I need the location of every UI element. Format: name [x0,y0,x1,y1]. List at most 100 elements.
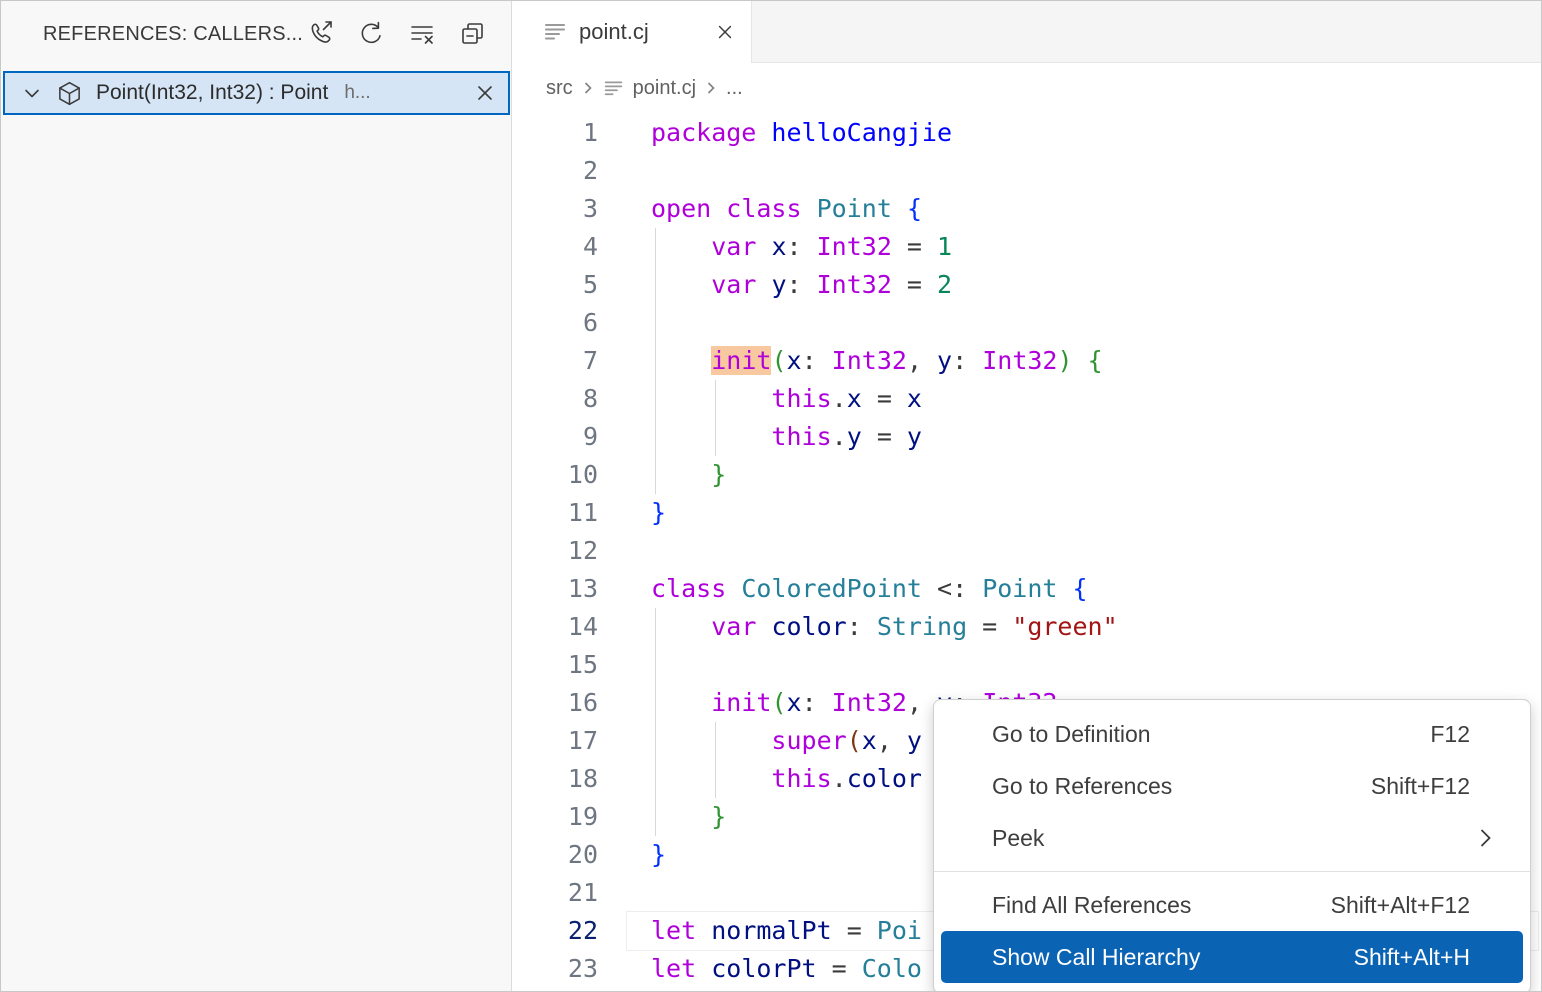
menu-item-shortcut: Shift+Alt+F12 [1330,891,1470,918]
code-line-7[interactable]: 7 init(x: Int32, y: Int32) { [513,342,1541,380]
menu-item-label: Peek [992,824,1045,851]
line-number: 21 [567,878,598,907]
chevron-right-icon [582,79,594,97]
sidebar-title: REFERENCES: CALLERS... [43,22,304,45]
menu-item-label: Go to References [992,772,1173,799]
code-text: this.x = x [771,384,922,413]
code-line-9[interactable]: 9 this.y = y [513,418,1541,456]
line-number: 2 [582,156,598,185]
code-line-10[interactable]: 10 } [513,456,1541,494]
menu-item-shortcut: Shift+Alt+H [1353,943,1470,970]
breadcrumb-src[interactable]: src [546,77,573,100]
menu-item-shortcut: F12 [1430,720,1470,747]
sidebar-header: REFERENCES: CALLERS... [1,1,511,67]
code-line-13[interactable]: 13 class ColoredPoint <: Point { [513,570,1541,608]
show-outgoing-calls-icon[interactable] [303,17,337,51]
submenu-chevron-icon [1479,827,1492,849]
chevron-down-icon[interactable] [21,82,43,104]
code-text: } [651,498,667,527]
breadcrumb-file[interactable]: point.cj [633,77,696,100]
line-number: 4 [582,232,598,261]
line-number: 1 [582,118,598,147]
collapse-all-icon[interactable] [456,17,490,51]
code-line-1[interactable]: 1 package helloCangjie [513,114,1541,152]
code-line-3[interactable]: 3 open class Point { [513,190,1541,228]
breadcrumb-symbol[interactable]: ... [726,77,743,100]
line-number: 14 [567,612,598,641]
line-number: 11 [567,498,598,527]
menu-item-label: Show Call Hierarchy [992,943,1201,970]
code-text: this.y = y [771,422,922,451]
code-text: class ColoredPoint <: Point { [651,574,1088,603]
code-text: var y: Int32 = 2 [711,270,953,299]
line-number: 6 [582,308,598,337]
tab-close-icon[interactable] [715,22,735,42]
tab-point-cj[interactable]: point.cj [513,1,752,63]
code-line-2[interactable]: 2 [513,152,1541,190]
code-line-5[interactable]: 5 var y: Int32 = 2 [513,266,1541,304]
line-number: 17 [567,726,598,755]
call-hierarchy-tree-item[interactable]: Point(Int32, Int32) : Point h... [3,71,510,115]
code-line-14[interactable]: 14 var color: String = "green" [513,608,1541,646]
menu-item-go-to-definition[interactable]: Go to Definition F12 [934,708,1530,760]
code-text: } [711,802,727,831]
code-text: var color: String = "green" [711,612,1118,641]
code-line-6[interactable]: 6 [513,304,1541,342]
menu-item-label: Go to Definition [992,720,1151,747]
editor-context-menu: Go to Definition F12 Go to References Shift… [933,699,1531,991]
vscode-window: REFERENCES: CALLERS... Point(Int32, Int3… [0,0,1542,992]
clear-results-icon[interactable] [405,17,439,51]
code-text: } [651,840,667,869]
menu-separator [934,871,1530,872]
line-number: 13 [567,574,598,603]
symbol-class-icon [56,80,83,107]
line-number: 15 [567,650,598,679]
line-number: 9 [582,422,598,451]
menu-item-label: Find All References [992,891,1192,918]
line-number: 23 [567,954,598,983]
word-highlight: init [711,346,772,375]
tree-item-description: h... [344,82,371,103]
code-line-4[interactable]: 4 var x: Int32 = 1 [513,228,1541,266]
code-line-8[interactable]: 8 this.x = x [513,380,1541,418]
line-number: 12 [567,536,598,565]
code-text: let colorPt = Colo [651,954,922,983]
close-icon[interactable] [474,82,496,104]
file-icon [603,78,624,99]
tree-item-label: Point(Int32, Int32) : Point [96,81,329,104]
code-text: let normalPt = Poi [651,916,922,945]
code-text: super(x, y [771,726,922,755]
tab-bar: point.cj [513,1,1541,63]
menu-item-shortcut: Shift+F12 [1370,772,1470,799]
tab-label: point.cj [579,19,649,44]
code-line-15[interactable]: 15 [513,646,1541,684]
editor-pane: point.cj src point.cj ... 1 package hell… [513,1,1541,991]
line-number: 3 [582,194,598,223]
line-number: 19 [567,802,598,831]
refresh-icon[interactable] [354,17,388,51]
line-number: 16 [567,688,598,717]
menu-item-find-all-references[interactable]: Find All References Shift+Alt+F12 [934,879,1530,931]
line-number: 8 [582,384,598,413]
menu-item-go-to-references[interactable]: Go to References Shift+F12 [934,760,1530,812]
line-number: 22 [567,916,598,945]
code-text: package helloCangjie [651,118,953,147]
sidebar-toolbar [303,17,490,51]
line-number: 5 [582,270,598,299]
code-text: open class Point { [651,194,922,223]
line-number: 10 [567,460,598,489]
breadcrumb: src point.cj ... [513,63,1541,113]
code-text: init(x: Int32, y: Int32) { [711,346,1103,375]
code-text: var x: Int32 = 1 [711,232,953,261]
line-number: 18 [567,764,598,793]
code-text: this.color [771,764,922,793]
menu-item-show-call-hierarchy[interactable]: Show Call Hierarchy Shift+Alt+H [941,931,1523,983]
references-sidebar: REFERENCES: CALLERS... Point(Int32, Int3… [1,1,512,991]
file-icon [543,20,567,44]
code-line-12[interactable]: 12 [513,532,1541,570]
code-line-11[interactable]: 11} [513,494,1541,532]
line-number: 20 [567,840,598,869]
line-number: 7 [582,346,598,375]
menu-item-peek[interactable]: Peek [934,812,1530,864]
chevron-right-icon [705,79,717,97]
